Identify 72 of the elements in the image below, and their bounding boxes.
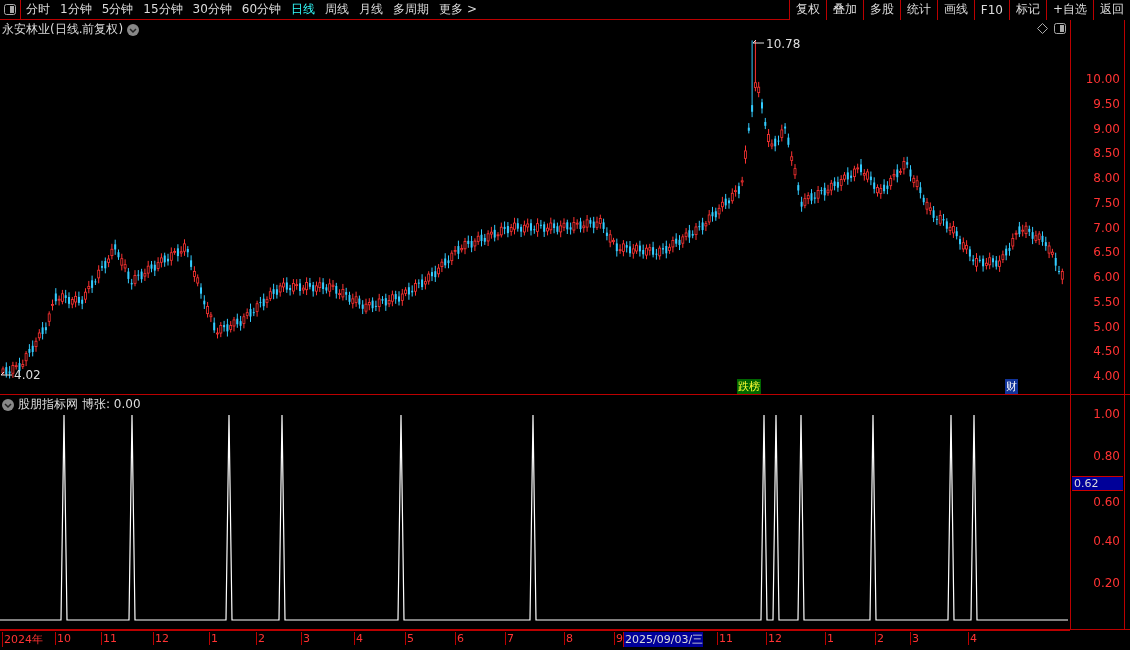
indicator-tick-label: 1.00 — [1093, 407, 1120, 421]
toolbar-button[interactable]: 统计 — [899, 0, 937, 20]
price-tick-label: 8.50 — [1093, 146, 1120, 161]
period-tab[interactable]: 5分钟 — [96, 1, 139, 18]
time-axis-label: 3 — [301, 632, 310, 645]
period-tab[interactable]: 月线 — [354, 1, 389, 18]
toolbar-button[interactable]: 叠加 — [825, 0, 863, 20]
price-tick-label: 4.00 — [1093, 369, 1120, 383]
period-tab[interactable]: 日线 — [286, 1, 321, 18]
toolbar-button[interactable]: 多股 — [862, 0, 900, 20]
high-price-label: 10.78 — [766, 37, 801, 51]
time-axis-label: 11 — [101, 632, 117, 645]
toolbar-button[interactable]: +自选 — [1045, 0, 1093, 20]
indicator-tick-label: 0.60 — [1093, 494, 1120, 509]
indicator-tick-label: 0.20 — [1093, 576, 1120, 590]
indicator-reading: 博张: 0.00 — [82, 396, 141, 413]
time-axis-label: 12 — [153, 632, 169, 645]
price-tick-label: 4.50 — [1093, 344, 1120, 359]
time-axis-label: 8 — [564, 632, 573, 645]
time-axis-label: 11 — [717, 632, 733, 645]
toolbar-button[interactable]: 画线 — [936, 0, 974, 20]
dropdown-icon[interactable] — [127, 23, 140, 36]
toolbar-button[interactable]: 标记 — [1008, 0, 1046, 20]
time-axis-label: 3 — [910, 632, 919, 645]
price-tick-label: 9.00 — [1093, 121, 1120, 136]
panel-toggle-icon[interactable] — [1054, 23, 1066, 34]
dropdown-icon[interactable] — [2, 398, 14, 411]
time-axis-label: 6 — [455, 632, 464, 645]
time-axis-label: 2025/09/03/三 — [623, 632, 704, 647]
cursor-value-label: 0.62 — [1072, 476, 1123, 491]
time-axis-label: 2024年 — [2, 632, 43, 647]
event-tag[interactable]: 跌榜 — [737, 379, 761, 394]
period-tab[interactable]: 15分钟 — [138, 1, 188, 18]
event-tag[interactable]: 财 — [1005, 379, 1018, 394]
indicator-tick-label: 0.80 — [1093, 449, 1120, 464]
time-axis-label: 1 — [825, 632, 834, 645]
period-tab[interactable]: 60分钟 — [236, 1, 287, 18]
price-tick-label: 7.50 — [1093, 195, 1120, 210]
period-tab[interactable]: 30分钟 — [187, 1, 237, 18]
time-axis-label: 4 — [968, 632, 977, 645]
period-tab[interactable]: 分时 — [21, 1, 55, 18]
price-tick-label: 8.00 — [1093, 171, 1120, 185]
panel-toggle-icon[interactable] — [4, 4, 16, 15]
price-tick-label: 5.50 — [1093, 294, 1120, 309]
period-tab[interactable]: 1分钟 — [55, 1, 97, 18]
time-axis-label: 10 — [55, 632, 71, 645]
period-tab[interactable]: 周线 — [320, 1, 355, 18]
toolbar-button[interactable]: 返回 — [1093, 0, 1130, 20]
price-tick-label: 9.50 — [1093, 96, 1120, 111]
time-axis-label: 2 — [256, 632, 265, 645]
price-tick-label: 7.00 — [1093, 220, 1120, 235]
period-tab[interactable]: 多周期 — [388, 1, 435, 18]
time-axis-label: 5 — [405, 632, 414, 645]
low-price-label: 4.02 — [14, 368, 41, 382]
pointer-arrow-icon — [0, 371, 12, 379]
time-axis-label: 4 — [354, 632, 363, 645]
period-tab[interactable]: 更多 > — [434, 1, 482, 18]
price-tick-label: 5.00 — [1093, 319, 1120, 334]
price-tick-label: 6.50 — [1093, 245, 1120, 260]
chart-title: 永安林业(日线.前复权) — [2, 21, 124, 38]
toolbar-button[interactable]: F10 — [973, 0, 1009, 20]
indicator-tick-label: 0.40 — [1093, 533, 1120, 548]
time-axis-label: 2 — [875, 632, 884, 645]
time-axis-label: 1 — [209, 632, 218, 645]
time-axis-label: 12 — [766, 632, 782, 645]
indicator-name: 股朋指标网 — [18, 396, 78, 413]
pointer-arrow-icon — [752, 39, 764, 47]
diamond-icon[interactable] — [1037, 23, 1048, 34]
price-tick-label: 6.00 — [1093, 270, 1120, 284]
toolbar-button[interactable]: 复权 — [788, 0, 826, 20]
time-axis-label: 7 — [505, 632, 514, 645]
price-tick-label: 10.00 — [1085, 72, 1120, 86]
